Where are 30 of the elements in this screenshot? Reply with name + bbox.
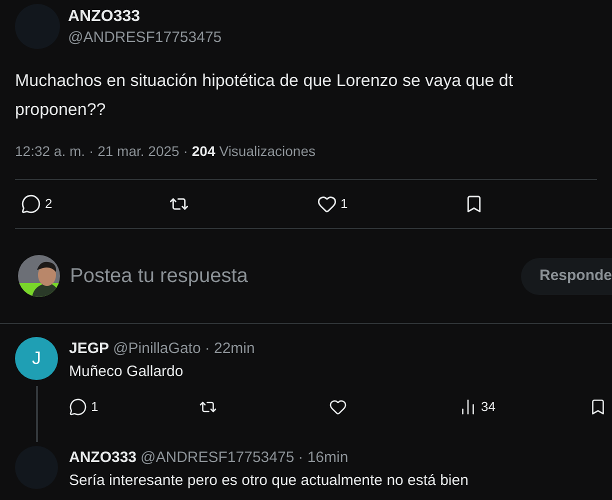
reply-author-handle: @ANDRESF17753475 <box>140 448 294 468</box>
reply-text: Muñeco Gallardo <box>69 362 184 382</box>
reply-time: · 16min <box>298 448 348 468</box>
reply-input[interactable]: Postea tu respuesta <box>70 261 370 291</box>
tweet-text: Muchachos en situación hipotética de que Lorenzo se vaya que dt proponen?? <box>14 70 514 121</box>
reply-button[interactable]: 1 <box>69 397 98 417</box>
views-label: Visualizaciones <box>219 142 316 161</box>
heart-icon <box>316 194 336 214</box>
views-button[interactable]: 34 <box>459 397 496 417</box>
reply-button[interactable]: 2 <box>21 194 52 214</box>
reply-button[interactable]: Responde <box>521 258 612 294</box>
bar-chart-icon <box>459 398 477 416</box>
like-button[interactable] <box>329 398 347 416</box>
bookmark-icon <box>589 398 607 416</box>
bookmark-button[interactable] <box>589 398 607 416</box>
reply-icon <box>21 194 41 214</box>
author-name: ANZO333 <box>68 7 142 27</box>
author-handle: @ANDRESF17753475 <box>68 28 222 48</box>
tweet-date: · 21 mar. 2025 · <box>89 142 188 161</box>
reply-text: Sería interesante pero es otro que actualmente no está bien <box>69 471 470 491</box>
like-button[interactable]: 1 <box>316 194 348 214</box>
reply-author-name: ANZO333 <box>69 448 137 468</box>
avatar: J <box>15 337 58 380</box>
reply-icon <box>69 398 87 416</box>
tweet-time: 12:32 a. m. <box>15 142 86 161</box>
reply-author-handle: @PinillaGato <box>113 339 201 359</box>
reply-time: · 22min <box>204 339 255 359</box>
views-count: 204 <box>192 142 216 161</box>
reply-author-name: JEGP <box>69 339 110 359</box>
heart-icon <box>329 398 347 416</box>
